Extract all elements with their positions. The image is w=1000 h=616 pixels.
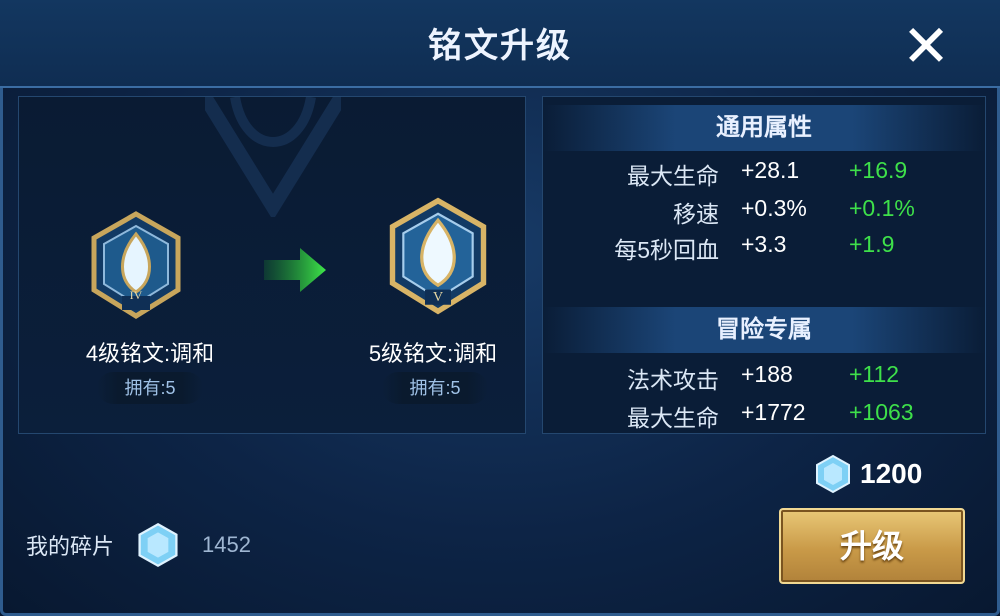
stat-current: +28.1 bbox=[741, 157, 800, 183]
next-rune-owned: 拥有:5 bbox=[382, 372, 488, 404]
stat-current: +3.3 bbox=[741, 231, 787, 257]
current-rune-owned: 拥有:5 bbox=[97, 372, 203, 404]
green-arrow-icon bbox=[264, 248, 326, 292]
next-rune-name: 5级铭文:调和 bbox=[368, 341, 498, 366]
stat-current: +188 bbox=[741, 361, 793, 387]
stat-name: 最大生命 bbox=[627, 405, 719, 431]
stat-row: 最大生命 +28.1 +16.9 bbox=[543, 157, 985, 193]
current-rune-name: 4级铭文:调和 bbox=[85, 341, 215, 366]
general-attributes-title: 通用属性 bbox=[543, 105, 985, 151]
crystal-icon bbox=[138, 522, 178, 568]
stat-increase: +0.1% bbox=[849, 195, 915, 221]
stat-name: 移速 bbox=[673, 201, 719, 227]
stat-increase: +1063 bbox=[849, 399, 914, 425]
stat-current: +1772 bbox=[741, 399, 806, 425]
stat-current: +0.3% bbox=[741, 195, 807, 221]
upgrade-button[interactable]: 升级 bbox=[779, 508, 965, 584]
stat-name: 最大生命 bbox=[627, 163, 719, 189]
stat-row: 每5秒回血 +3.3 +1.9 bbox=[543, 231, 985, 267]
shards-amount: 1452 bbox=[202, 532, 251, 557]
cost-amount: 1200 bbox=[860, 458, 923, 489]
upgrade-cost: 1200 bbox=[814, 452, 922, 496]
my-shards: 我的碎片 1452 bbox=[26, 522, 251, 568]
crystal-icon bbox=[816, 454, 850, 494]
stat-increase: +16.9 bbox=[849, 157, 908, 183]
stat-name: 法术攻击 bbox=[627, 367, 719, 393]
dialog-header: 铭文升级 ✕ bbox=[0, 0, 1000, 88]
attribute-panel: 通用属性 最大生命 +28.1 +16.9 移速 +0.3% +0.1% 每5秒… bbox=[542, 96, 986, 434]
adventure-attributes-title: 冒险专属 bbox=[543, 307, 985, 353]
rune-level-5-roman: V bbox=[432, 290, 444, 305]
rune-level-4-roman: IV bbox=[129, 288, 143, 302]
stat-row: 法术攻击 +188 +112 bbox=[543, 361, 985, 397]
stat-name: 每5秒回血 bbox=[614, 237, 719, 263]
stat-row: 最大生命 +1772 +1063 bbox=[543, 399, 985, 435]
stat-row: 移速 +0.3% +0.1% bbox=[543, 195, 985, 231]
stat-increase: +112 bbox=[849, 361, 900, 387]
shards-label: 我的碎片 bbox=[26, 534, 115, 559]
emblem-decoration bbox=[205, 97, 341, 217]
rune-level-4-icon[interactable] bbox=[88, 210, 184, 320]
dialog-title: 铭文升级 bbox=[428, 27, 572, 65]
stat-increase: +1.9 bbox=[849, 231, 895, 257]
close-icon[interactable]: ✕ bbox=[896, 18, 956, 78]
